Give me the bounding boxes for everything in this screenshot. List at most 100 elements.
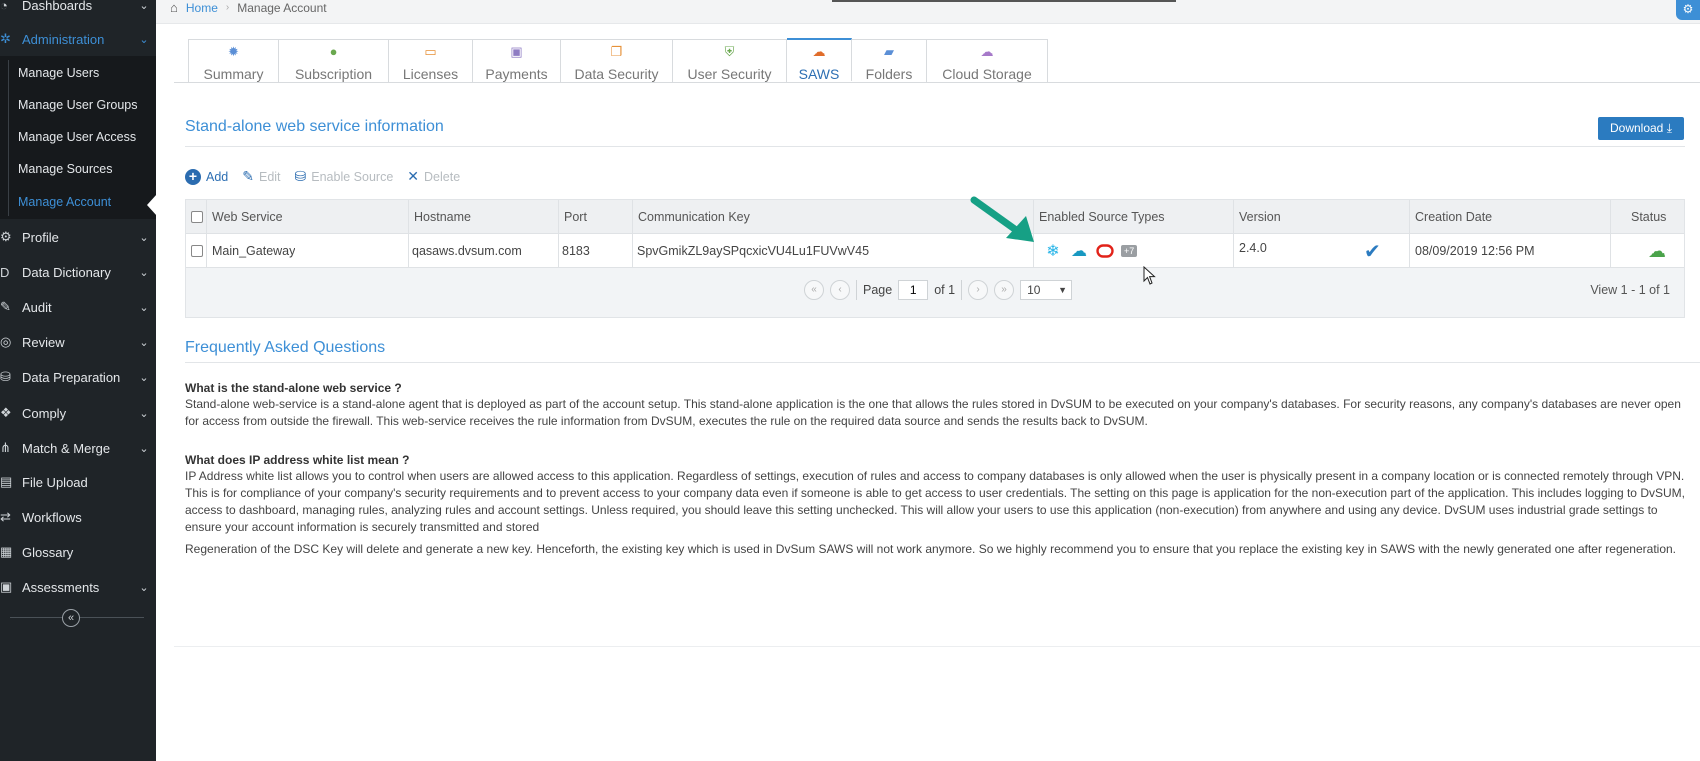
collapse-sidebar-button[interactable]: « xyxy=(62,609,80,627)
sidebar-item-glossary[interactable]: ▦ Glossary xyxy=(0,535,156,569)
submenu-manage-user-groups[interactable]: Manage User Groups xyxy=(18,98,138,112)
section-title: Stand-alone web service information xyxy=(185,118,444,135)
breadcrumb-home-link[interactable]: Home xyxy=(186,1,218,15)
delete-icon: ✕ xyxy=(407,168,420,184)
tab-licenses[interactable]: ▭ Licenses xyxy=(389,40,473,83)
chevron-down-icon: ⌄ xyxy=(139,407,149,420)
add-label: Add xyxy=(206,169,229,184)
divider xyxy=(174,646,1700,647)
top-divider xyxy=(832,0,1176,2)
page-number-input[interactable] xyxy=(898,280,929,300)
chevron-down-icon: ⌄ xyxy=(139,231,149,244)
table-header: Web Service Hostname Port Communication … xyxy=(186,200,1684,234)
cell-creation-date: 08/09/2019 12:56 PM xyxy=(1415,244,1535,258)
sidebar-item-review[interactable]: ◎ Review ⌄ xyxy=(0,325,156,359)
header-web-service[interactable]: Web Service xyxy=(212,200,283,234)
submenu-manage-user-access[interactable]: Manage User Access xyxy=(18,130,136,144)
home-icon[interactable]: ⌂ xyxy=(170,0,178,15)
submenu-guide-line xyxy=(8,60,9,216)
row-checkbox[interactable] xyxy=(191,245,203,257)
tab-summary[interactable]: ✹ Summary xyxy=(189,40,279,83)
sidebar-item-profile[interactable]: ⚙ Profile ⌄ xyxy=(0,220,156,254)
tab-data-security[interactable]: ❐ Data Security xyxy=(561,40,673,83)
tab-saws[interactable]: ☁ SAWS xyxy=(787,38,852,82)
submenu-manage-account[interactable]: Manage Account xyxy=(18,195,111,209)
more-sources-badge[interactable]: +7 xyxy=(1121,245,1138,257)
divider xyxy=(185,362,1700,363)
sidebar-item-label: Comply xyxy=(22,405,67,421)
sidebar-item-label: Audit xyxy=(22,299,52,315)
column-divider xyxy=(558,200,559,268)
sidebar-item-assessments[interactable]: ▣ Assessments ⌄ xyxy=(0,570,156,604)
edit-button[interactable]: ✎ Edit xyxy=(242,168,280,185)
tab-user-security[interactable]: ⛨ User Security xyxy=(673,40,787,83)
check-icon: ✔ xyxy=(1364,241,1381,263)
next-page-button[interactable]: › xyxy=(968,280,989,300)
settings-gear-icon[interactable]: ⚙ xyxy=(1676,0,1700,20)
last-page-button[interactable]: » xyxy=(994,280,1015,300)
header-creation-date[interactable]: Creation Date xyxy=(1415,200,1492,234)
column-divider xyxy=(408,200,409,268)
oracle-icon xyxy=(1095,242,1115,260)
sidebar-item-file-upload[interactable]: ▤ File Upload xyxy=(0,465,156,499)
tab-label: SAWS xyxy=(798,66,840,82)
tab-cloud-storage[interactable]: ☁ Cloud Storage xyxy=(927,40,1047,83)
tab-payments[interactable]: ▣ Payments xyxy=(473,40,561,83)
chevron-down-icon: ⌄ xyxy=(139,33,149,46)
sidebar-item-match-merge[interactable]: ⋔ Match & Merge ⌄ xyxy=(0,431,156,465)
enable-source-button[interactable]: ⛁ Enable Source xyxy=(295,168,394,185)
header-status[interactable]: Status xyxy=(1631,200,1666,234)
tab-label: Payments xyxy=(485,66,548,82)
grid-toolbar: + Add ✎ Edit ⛁ Enable Source ✕ Delete xyxy=(185,168,460,185)
tab-label: Cloud Storage xyxy=(942,66,1032,82)
tab-folders[interactable]: ▰ Folders xyxy=(852,40,927,83)
table-row[interactable]: Main_Gateway qasaws.dvsum.com 8183 SpvGm… xyxy=(186,234,1684,268)
sidebar-item-workflows[interactable]: ⇄ Workflows xyxy=(0,500,156,534)
license-icon: ▭ xyxy=(424,44,437,59)
chevron-down-icon: ⌄ xyxy=(139,266,149,279)
pencil-icon: ✎ xyxy=(242,168,254,184)
active-indicator xyxy=(147,194,157,216)
sidebar-item-dashboards[interactable]: ◔ Dashboards ⌄ xyxy=(0,0,156,22)
tabs-baseline xyxy=(174,82,1700,83)
file-upload-icon: ▤ xyxy=(0,474,13,489)
network-icon: ✲ xyxy=(0,31,11,46)
comply-icon: ❖ xyxy=(0,405,12,420)
add-button[interactable]: + Add xyxy=(185,168,229,185)
sidebar-item-administration[interactable]: ✲ Administration ⌄ xyxy=(0,22,156,56)
page-label: Page xyxy=(863,283,893,297)
sidebar-item-data-preparation[interactable]: ⛁ Data Preparation ⌄ xyxy=(0,360,156,394)
prev-page-button[interactable]: ‹ xyxy=(830,280,850,300)
cell-hostname: qasaws.dvsum.com xyxy=(412,244,522,258)
submenu-manage-users[interactable]: Manage Users xyxy=(18,66,99,80)
header-version[interactable]: Version xyxy=(1239,200,1281,234)
page-total: of 1 xyxy=(934,283,956,297)
download-icon: ⤓ xyxy=(1666,121,1673,135)
gear-icon: ⚙ xyxy=(0,229,12,244)
edit-label: Edit xyxy=(258,169,281,184)
sidebar-item-data-dictionary[interactable]: D Data Dictionary ⌄ xyxy=(0,255,156,289)
header-enabled-source-types[interactable]: Enabled Source Types xyxy=(1039,200,1165,234)
cloud-gear-icon[interactable]: ☁ xyxy=(1648,241,1666,262)
tab-subscription[interactable]: ● Subscription xyxy=(279,40,389,83)
assessment-icon: ▣ xyxy=(0,579,13,594)
header-port[interactable]: Port xyxy=(564,200,587,234)
header-hostname[interactable]: Hostname xyxy=(414,200,471,234)
sidebar-item-label: Match & Merge xyxy=(22,440,111,456)
chevron-down-icon: ⌄ xyxy=(139,442,149,455)
tab-label: Data Security xyxy=(574,66,659,82)
review-icon: ◎ xyxy=(0,334,12,349)
sidebar-item-audit[interactable]: ✎ Audit ⌄ xyxy=(0,290,156,324)
cloud-gear-icon: ☁ xyxy=(812,44,826,59)
download-button[interactable]: Download ⤓ xyxy=(1598,117,1684,140)
web-service-table: Web Service Hostname Port Communication … xyxy=(185,199,1685,318)
sidebar-item-comply[interactable]: ❖ Comply ⌄ xyxy=(0,396,156,430)
select-all-checkbox[interactable] xyxy=(191,211,203,223)
tab-label: User Security xyxy=(687,66,772,82)
header-communication-key[interactable]: Communication Key xyxy=(638,200,750,234)
page-size-select[interactable]: 10 ▼ xyxy=(1020,280,1073,300)
delete-button[interactable]: ✕ Delete xyxy=(407,168,460,185)
chevron-down-icon: ⌄ xyxy=(139,301,149,314)
first-page-button[interactable]: « xyxy=(804,280,824,300)
submenu-manage-sources[interactable]: Manage Sources xyxy=(18,162,113,176)
